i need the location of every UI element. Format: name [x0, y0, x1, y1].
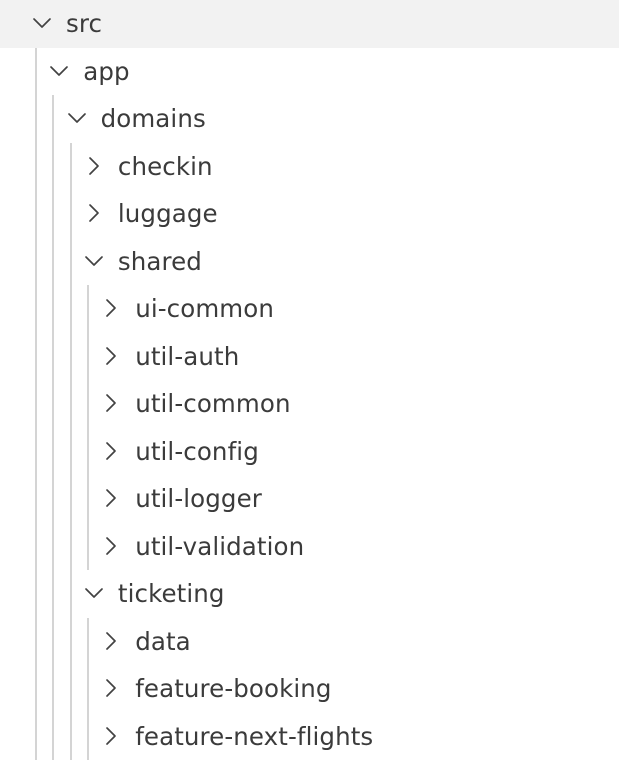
tree-item-label: util-auth: [135, 341, 240, 371]
tree-item-feature-next-flights[interactable]: feature-next-flights: [0, 713, 619, 761]
chevron-right-icon[interactable]: [100, 440, 122, 462]
tree-item-app[interactable]: app: [0, 48, 619, 96]
tree-item-label: util-logger: [135, 484, 262, 513]
chevron-down-icon[interactable]: [48, 60, 70, 82]
chevron-right-icon[interactable]: [100, 345, 122, 367]
chevron-right-icon[interactable]: [100, 630, 122, 652]
tree-item-label: data: [135, 626, 191, 656]
chevron-right-icon[interactable]: [100, 725, 122, 747]
tree-item-label: app: [83, 56, 130, 86]
tree-item-shared[interactable]: shared: [0, 238, 619, 286]
tree-item-ui-common[interactable]: ui-common: [0, 285, 619, 333]
tree-item-label: feature-next-flights: [135, 721, 374, 751]
tree-item-data[interactable]: data: [0, 618, 619, 666]
tree-item-label: ticketing: [117, 579, 225, 608]
tree-item-label: domains: [100, 104, 206, 133]
tree-item-label: checkin: [117, 151, 213, 181]
tree-item-util-auth[interactable]: util-auth: [0, 333, 619, 381]
tree-item-domains[interactable]: domains: [0, 95, 619, 143]
chevron-right-icon[interactable]: [100, 392, 122, 414]
tree-item-checkin[interactable]: checkin: [0, 143, 619, 191]
chevron-down-icon[interactable]: [66, 107, 88, 129]
tree-item-util-common[interactable]: util-common: [0, 380, 619, 428]
tree-item-luggage[interactable]: luggage: [0, 190, 619, 238]
chevron-right-icon[interactable]: [100, 677, 122, 699]
chevron-right-icon[interactable]: [100, 297, 122, 319]
tree-item-util-logger[interactable]: util-logger: [0, 475, 619, 523]
tree-item-src[interactable]: src: [0, 0, 619, 48]
chevron-right-icon[interactable]: [100, 535, 122, 557]
tree-item-label: util-validation: [135, 531, 305, 561]
tree-item-label: shared: [117, 246, 202, 276]
tree-item-label: luggage: [117, 199, 218, 228]
chevron-right-icon[interactable]: [100, 487, 122, 509]
tree-item-label: util-common: [135, 389, 291, 418]
tree-item-feature-booking[interactable]: feature-booking: [0, 665, 619, 713]
chevron-right-icon[interactable]: [83, 155, 105, 177]
tree-item-label: src: [66, 9, 103, 38]
tree-item-label: ui-common: [135, 294, 274, 323]
chevron-down-icon[interactable]: [31, 12, 53, 34]
tree-item-label: feature-booking: [135, 674, 332, 703]
tree-item-label: util-config: [135, 436, 259, 466]
chevron-right-icon[interactable]: [83, 202, 105, 224]
chevron-down-icon[interactable]: [83, 250, 105, 272]
file-explorer-tree: src app domains checkin luggage shared ui-comm…: [0, 0, 619, 761]
chevron-down-icon[interactable]: [83, 582, 105, 604]
tree-item-util-config[interactable]: util-config: [0, 428, 619, 476]
tree-item-util-validation[interactable]: util-validation: [0, 523, 619, 571]
tree-item-ticketing[interactable]: ticketing: [0, 570, 619, 618]
